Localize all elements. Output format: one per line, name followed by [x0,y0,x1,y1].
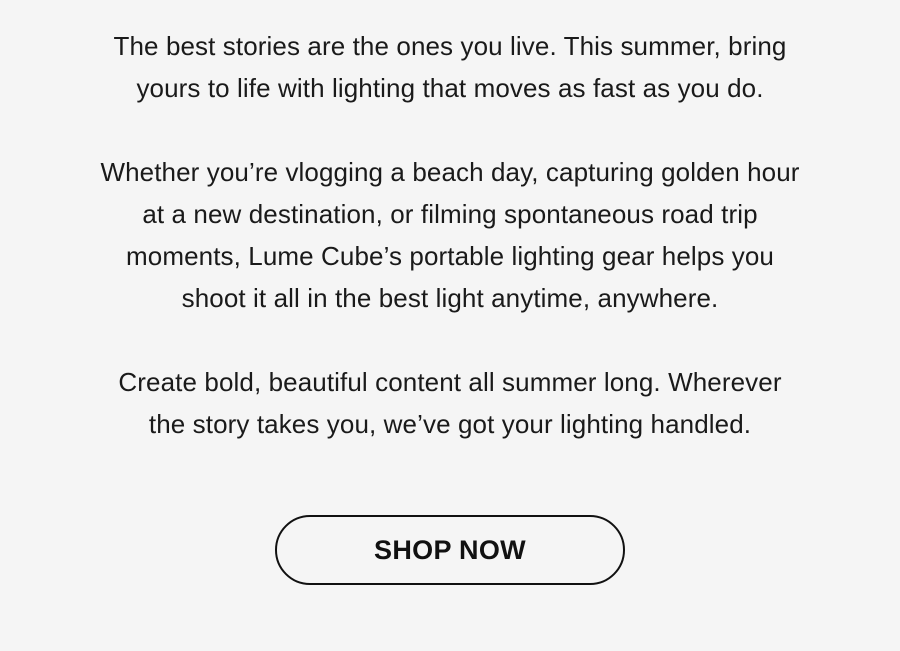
paragraph-line: at a new destination, or filming spontan… [142,199,758,229]
shop-now-button[interactable]: SHOP NOW [275,515,625,585]
intro-paragraph: The best stories are the ones you live. … [40,25,860,109]
paragraph-line: Create bold, beautiful content all summe… [118,367,782,397]
paragraph-line: The best stories are the ones you live. … [113,31,787,61]
shop-now-label: SHOP NOW [374,534,526,565]
paragraph-line: the story takes you, we’ve got your ligh… [148,409,752,439]
paragraph-line: shoot it all in the best light anytime, … [181,283,719,313]
email-content-section: The best stories are the ones you live. … [0,0,900,651]
paragraph-line: Whether you’re vlogging a beach day, cap… [100,157,800,187]
paragraph-line: moments, Lume Cube’s portable lighting g… [126,241,774,271]
closing-paragraph: Create bold, beautiful content all summe… [40,361,860,445]
details-paragraph: Whether you’re vlogging a beach day, cap… [40,151,860,319]
paragraph-line: yours to life with lighting that moves a… [136,73,764,103]
